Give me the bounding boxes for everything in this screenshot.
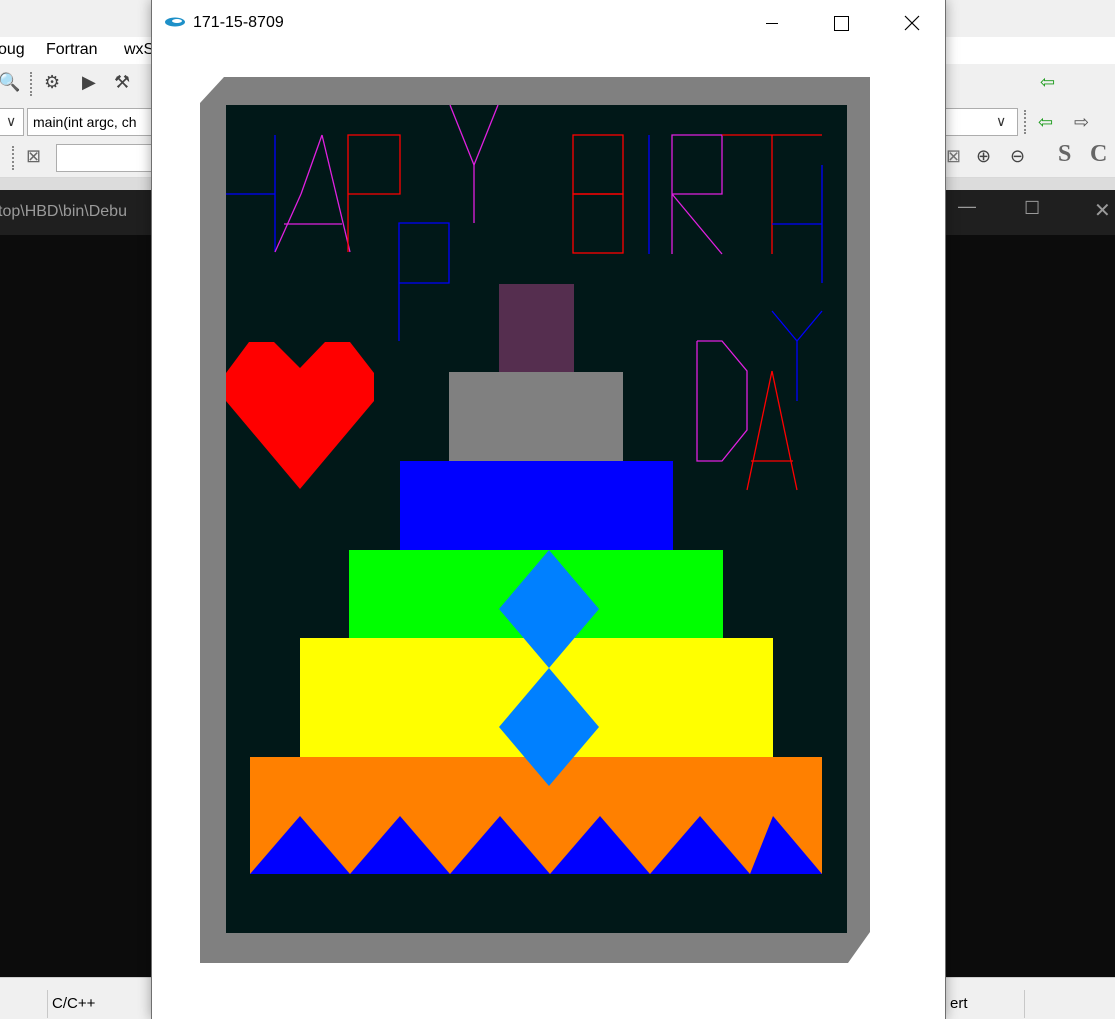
gear-icon[interactable]: ⚙ bbox=[44, 72, 60, 92]
menu-fortran[interactable]: Fortran bbox=[46, 41, 98, 59]
forward-arrow-icon[interactable]: ⇨ bbox=[1074, 112, 1089, 132]
app-icon bbox=[165, 17, 185, 27]
menu-debug[interactable]: oug bbox=[0, 41, 25, 59]
zoom-in-icon[interactable]: ⊕ bbox=[976, 146, 991, 166]
window-titlebar[interactable]: 171-15-8709 bbox=[152, 0, 945, 46]
console-path: top\HBD\bin\Debu bbox=[0, 203, 127, 220]
close-button[interactable] bbox=[888, 0, 934, 46]
symbol-c-icon[interactable]: C bbox=[1090, 142, 1107, 166]
status-cell-empty bbox=[1024, 990, 1115, 1018]
clear-icon[interactable]: ⊠ bbox=[26, 146, 41, 166]
back-arrow-icon[interactable]: ⇦ bbox=[1038, 112, 1053, 132]
search-input[interactable] bbox=[56, 144, 152, 172]
desktop: oug Fortran wxS 🔍 ⚙ ▶ ⚒ ⇦ ∨ main(int arg… bbox=[0, 0, 1115, 1019]
magnifier-icon[interactable]: 🔍 bbox=[0, 72, 20, 92]
cake-candle bbox=[499, 284, 574, 372]
console-maximize-button[interactable]: ☐ bbox=[1024, 198, 1040, 219]
chevron-down-icon: ∨ bbox=[6, 113, 17, 129]
symbol-s-icon[interactable]: S bbox=[1058, 142, 1071, 166]
function-combo[interactable]: main(int argc, ch bbox=[27, 108, 157, 136]
scope-combo[interactable]: ∨ bbox=[0, 108, 24, 136]
birthday-card bbox=[200, 77, 870, 963]
menu-wxsmith[interactable]: wxS bbox=[124, 41, 154, 59]
run-icon[interactable]: ▶ bbox=[82, 72, 96, 92]
maximize-button[interactable] bbox=[818, 0, 864, 46]
graphics-window[interactable]: 171-15-8709 bbox=[151, 0, 946, 1019]
toolbar-grip[interactable] bbox=[12, 146, 16, 170]
graphics-canvas bbox=[152, 46, 945, 1019]
chevron-down-icon: ∨ bbox=[996, 113, 1007, 129]
toolbar-grip[interactable] bbox=[1024, 110, 1028, 134]
function-combo-value: main(int argc, ch bbox=[33, 114, 137, 130]
console-close-button[interactable]: ✕ bbox=[1094, 198, 1111, 223]
minimize-icon bbox=[766, 23, 778, 24]
minimize-button[interactable] bbox=[749, 0, 795, 46]
cake-tier-5 bbox=[250, 757, 822, 874]
status-language: C/C++ bbox=[47, 990, 151, 1018]
zoom-out-icon[interactable]: ⊖ bbox=[1010, 146, 1025, 166]
toolbar-grip[interactable] bbox=[30, 72, 34, 96]
cake-tier-1 bbox=[449, 372, 623, 461]
status-mode: ert bbox=[950, 995, 968, 1012]
close-icon bbox=[904, 15, 920, 31]
back-arrow-icon[interactable]: ⇦ bbox=[1040, 72, 1055, 92]
clear-icon[interactable]: ⊠ bbox=[946, 146, 961, 166]
window-title: 171-15-8709 bbox=[193, 14, 284, 31]
function-combo-right[interactable]: ∨ bbox=[946, 108, 1018, 136]
maximize-icon bbox=[834, 16, 849, 31]
console-minimize-button[interactable]: — bbox=[958, 196, 976, 217]
cake-tier-2 bbox=[400, 461, 673, 550]
build-run-icon[interactable]: ⚒ bbox=[114, 72, 130, 92]
